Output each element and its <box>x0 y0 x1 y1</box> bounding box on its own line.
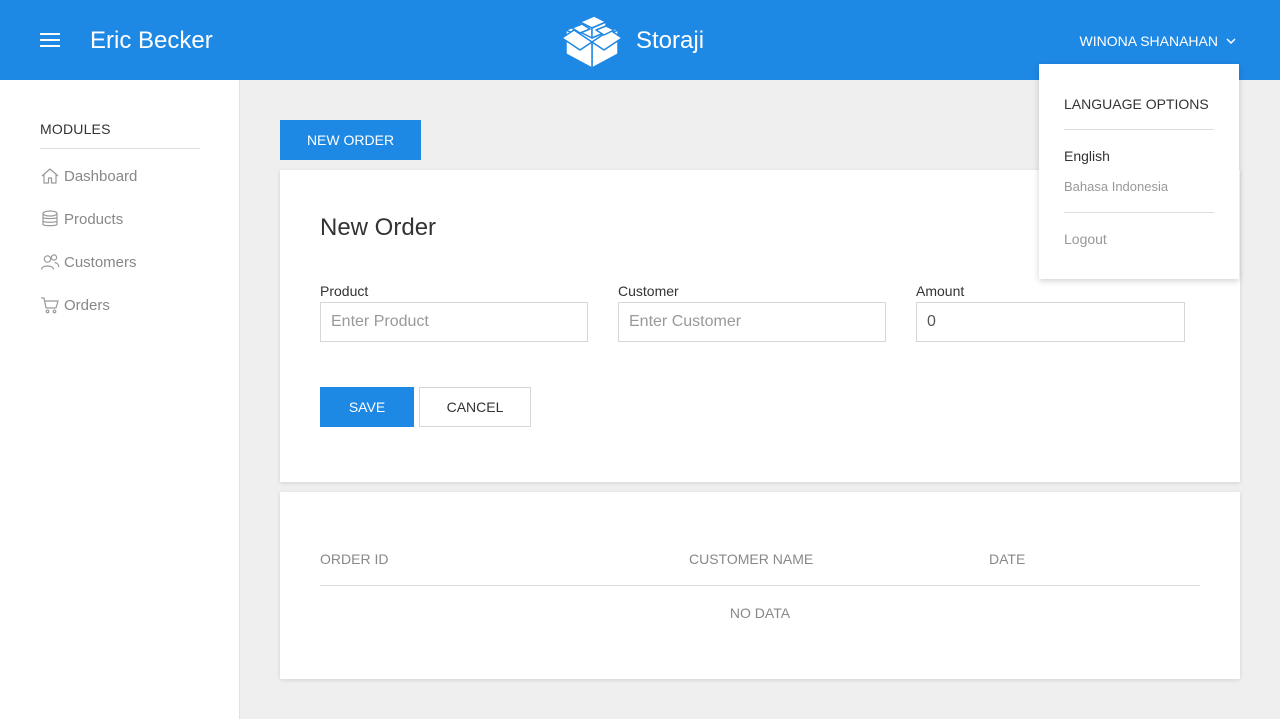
language-options-heading: LANGUAGE OPTIONS <box>1064 96 1209 112</box>
sidebar-item-label: Dashboard <box>64 167 138 185</box>
orders-table-card: ORDER ID CUSTOMER NAME DATE NO DATA <box>280 492 1240 679</box>
table-divider <box>320 585 1200 586</box>
home-icon <box>41 168 59 184</box>
sidebar-item-products[interactable]: Products <box>40 207 123 231</box>
dropdown-divider <box>1064 212 1214 213</box>
product-label: Product <box>320 283 369 299</box>
user-menu-toggle[interactable]: WINONA SHANAHAN <box>1080 33 1236 49</box>
sidebar: MODULES Dashboard Products Customers Ord… <box>0 80 240 719</box>
form-title: New Order <box>320 214 437 241</box>
sidebar-item-label: Orders <box>64 296 110 314</box>
brand-name: Storaji <box>636 27 705 54</box>
header-title: Eric Becker <box>90 27 213 54</box>
hamburger-menu-icon[interactable] <box>40 33 60 48</box>
cancel-button[interactable]: CANCEL <box>419 387 531 427</box>
language-option-bahasa-indonesia[interactable]: Bahasa Indonesia <box>1064 179 1168 194</box>
sidebar-item-label: Customers <box>64 253 137 271</box>
amount-input[interactable] <box>916 302 1185 342</box>
sidebar-item-orders[interactable]: Orders <box>40 293 110 317</box>
sidebar-item-customers[interactable]: Customers <box>40 250 137 274</box>
save-button[interactable]: SAVE <box>320 387 414 427</box>
database-icon <box>42 210 58 227</box>
brand: Storaji <box>560 12 704 70</box>
users-icon <box>40 254 60 270</box>
sidebar-item-dashboard[interactable]: Dashboard <box>40 164 137 188</box>
logout-link[interactable]: Logout <box>1064 231 1107 247</box>
cart-icon <box>41 297 59 314</box>
empty-table-message: NO DATA <box>729 605 791 621</box>
product-input[interactable] <box>320 302 588 342</box>
customer-input[interactable] <box>618 302 886 342</box>
chevron-down-icon <box>1226 38 1236 45</box>
amount-label: Amount <box>916 283 965 299</box>
new-order-button[interactable]: NEW ORDER <box>280 120 421 160</box>
sidebar-item-label: Products <box>64 210 124 228</box>
language-option-english[interactable]: English <box>1064 148 1110 164</box>
customer-label: Customer <box>618 283 679 299</box>
sidebar-title: MODULES <box>40 121 111 137</box>
boxes-logo <box>561 15 623 69</box>
user-name: WINONA SHANAHAN <box>1079 33 1218 49</box>
column-header-customer-name[interactable]: CUSTOMER NAME <box>689 551 813 567</box>
column-header-order-id[interactable]: ORDER ID <box>320 551 388 567</box>
user-dropdown-menu: LANGUAGE OPTIONS English Bahasa Indonesi… <box>1039 64 1239 279</box>
sidebar-divider <box>40 148 200 149</box>
column-header-date[interactable]: DATE <box>989 551 1025 567</box>
dropdown-divider <box>1064 129 1214 130</box>
